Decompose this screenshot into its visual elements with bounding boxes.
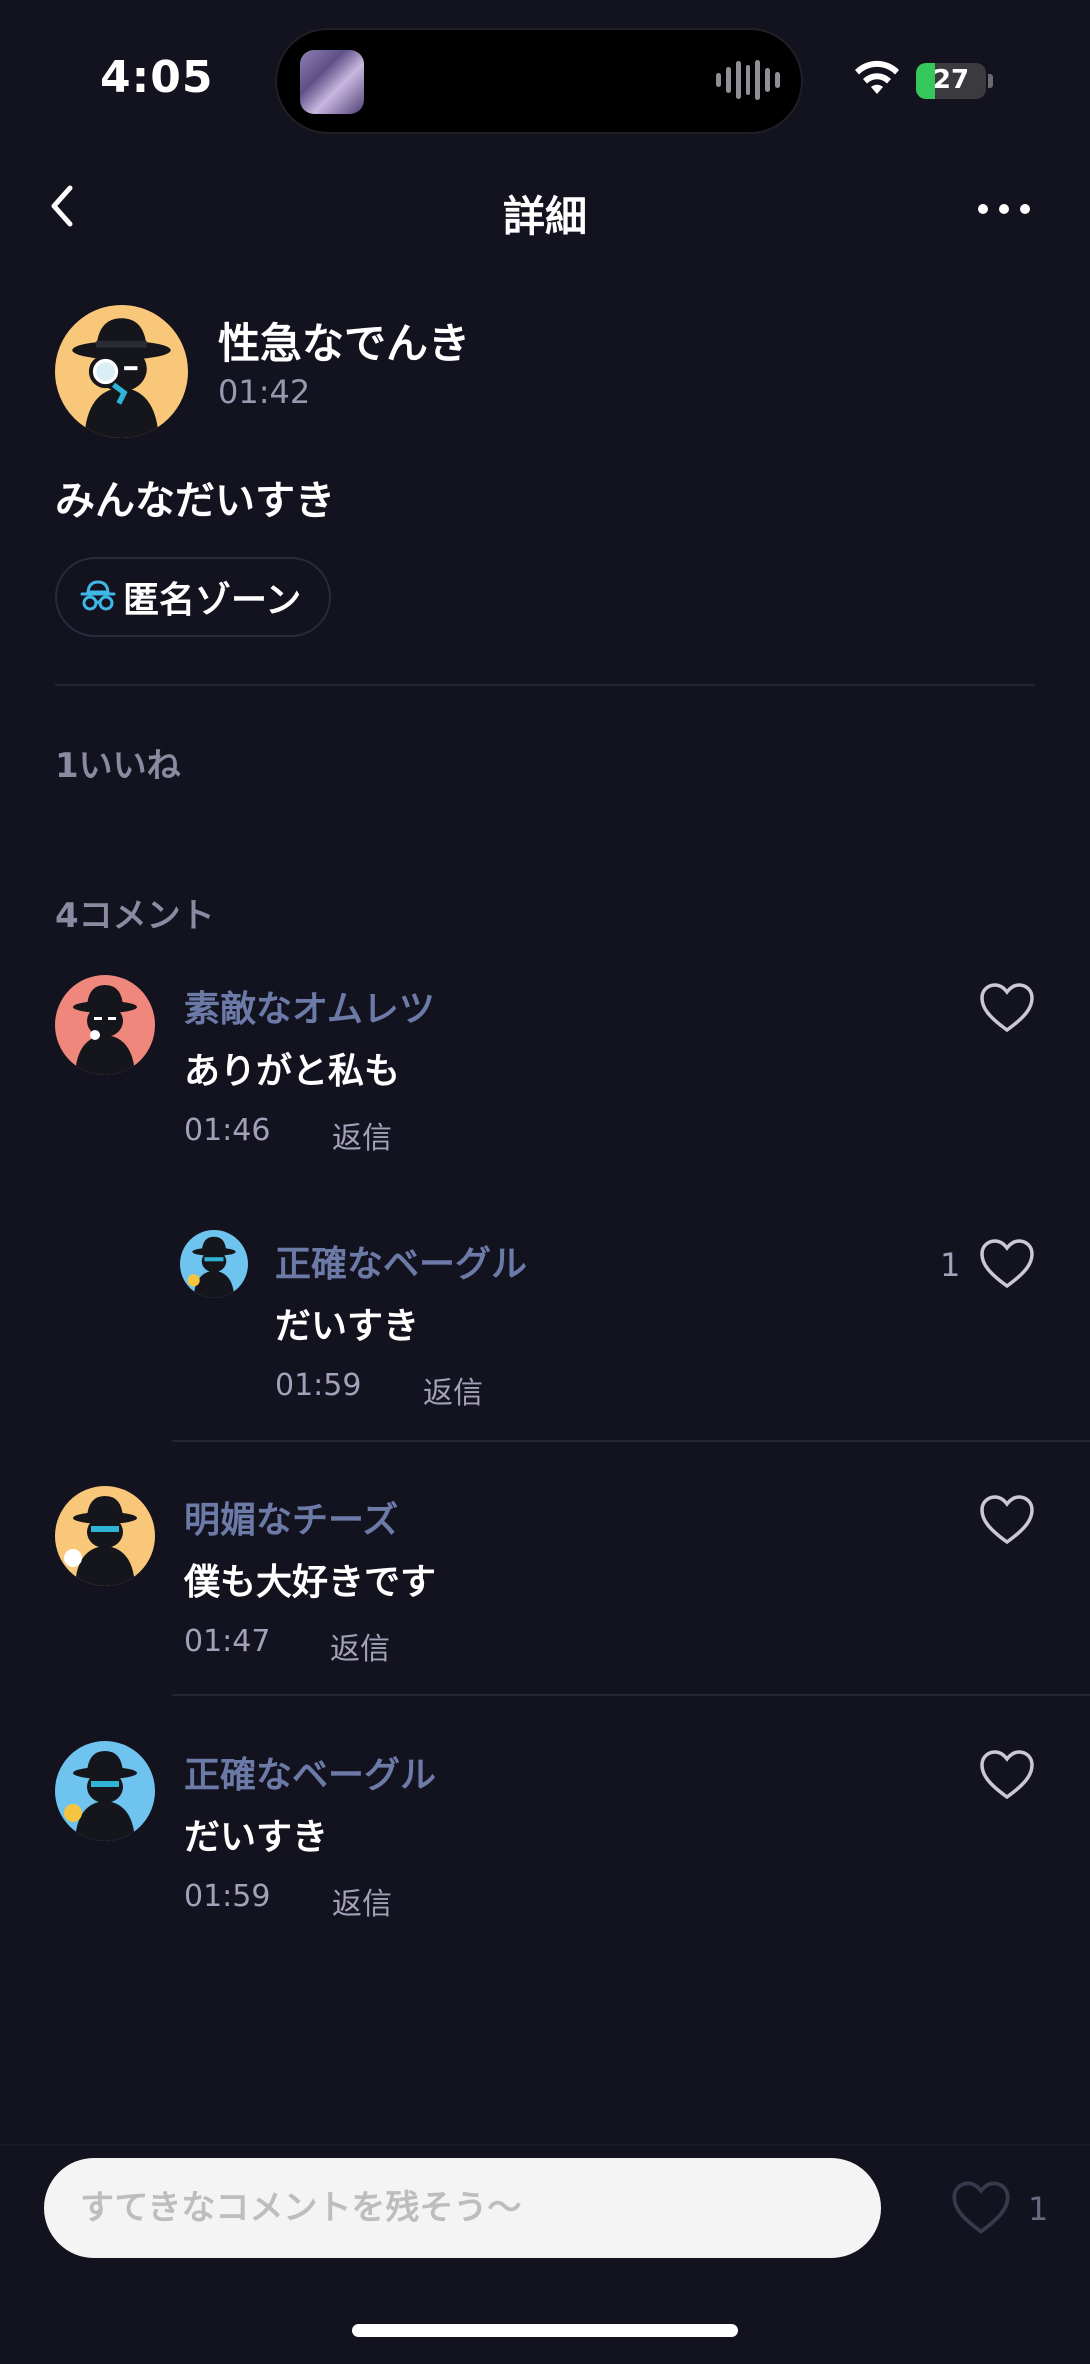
home-indicator[interactable] bbox=[352, 2324, 738, 2337]
comment-text: ありがと私も bbox=[184, 1051, 401, 1092]
more-dot-icon bbox=[1020, 204, 1030, 214]
audio-waveform-icon bbox=[716, 58, 781, 102]
page-title: 詳細 bbox=[502, 192, 587, 241]
post-like-count: 1 bbox=[1028, 2190, 1049, 2228]
reply-button[interactable]: 返信 bbox=[332, 1879, 392, 1923]
incognito-icon bbox=[80, 580, 116, 611]
battery-cap bbox=[988, 74, 993, 88]
more-dot-icon bbox=[999, 204, 1009, 214]
comment-text: 僕も大好きです bbox=[184, 1562, 437, 1603]
post-timestamp: 01:42 bbox=[218, 373, 311, 411]
comment-author[interactable]: 正確なベーグル bbox=[184, 1746, 436, 1798]
divider bbox=[172, 1694, 1090, 1696]
comment-text: だいすき bbox=[275, 1306, 420, 1347]
detective-avatar-icon bbox=[55, 1486, 155, 1586]
wifi-icon bbox=[855, 60, 899, 94]
comment-time: 01:59 bbox=[275, 1368, 362, 1403]
divider bbox=[55, 684, 1035, 686]
post-author-name[interactable]: 性急なでんき bbox=[218, 310, 470, 371]
detective-avatar-icon bbox=[180, 1230, 248, 1298]
comment-avatar[interactable] bbox=[180, 1230, 248, 1298]
detective-avatar-icon bbox=[55, 975, 155, 1075]
heart-icon[interactable] bbox=[978, 1494, 1036, 1546]
comment-text: だいすき bbox=[184, 1817, 329, 1858]
divider bbox=[172, 1440, 1090, 1442]
reply-button[interactable]: 返信 bbox=[330, 1624, 390, 1668]
heart-icon[interactable] bbox=[978, 982, 1036, 1034]
reply-button[interactable]: 返信 bbox=[423, 1368, 483, 1412]
comment-author[interactable]: 明媚なチーズ bbox=[184, 1491, 398, 1543]
comment-avatar[interactable] bbox=[55, 1741, 155, 1841]
anonymous-zone-tag[interactable]: 匿名ゾーン bbox=[55, 557, 332, 637]
comment-avatar[interactable] bbox=[55, 975, 155, 1075]
more-dot-icon bbox=[978, 204, 988, 214]
detective-avatar-icon bbox=[55, 1741, 155, 1841]
comment-input[interactable] bbox=[44, 2158, 881, 2258]
comment-author[interactable]: 素敵なオムレツ bbox=[184, 980, 435, 1032]
comments-count: 4コメント bbox=[55, 896, 215, 936]
comment-time: 01:59 bbox=[184, 1879, 271, 1914]
now-playing-artwork[interactable] bbox=[300, 50, 364, 114]
battery-level: 27 bbox=[932, 65, 970, 95]
zone-label: 匿名ゾーン bbox=[123, 580, 302, 621]
comment-avatar[interactable] bbox=[55, 1486, 155, 1586]
bottom-bar-divider bbox=[0, 2144, 1090, 2146]
comment-like-count: 1 bbox=[940, 1246, 961, 1284]
post-author-avatar[interactable] bbox=[55, 305, 188, 438]
comment-author[interactable]: 正確なベーグル bbox=[275, 1235, 527, 1287]
comment-time: 01:46 bbox=[184, 1113, 271, 1148]
battery-icon: 27 bbox=[916, 63, 986, 99]
comment-time: 01:47 bbox=[184, 1624, 271, 1659]
more-options-button[interactable] bbox=[978, 196, 1038, 222]
heart-icon[interactable] bbox=[978, 1749, 1036, 1801]
reply-button[interactable]: 返信 bbox=[332, 1113, 392, 1157]
status-time: 4:05 bbox=[100, 52, 214, 103]
detective-avatar-icon bbox=[55, 305, 188, 438]
likes-count[interactable]: 1いいね bbox=[55, 738, 181, 787]
post-body: みんなだいすき bbox=[55, 478, 335, 524]
post-like-button[interactable] bbox=[950, 2180, 1012, 2236]
heart-icon[interactable] bbox=[978, 1238, 1036, 1290]
